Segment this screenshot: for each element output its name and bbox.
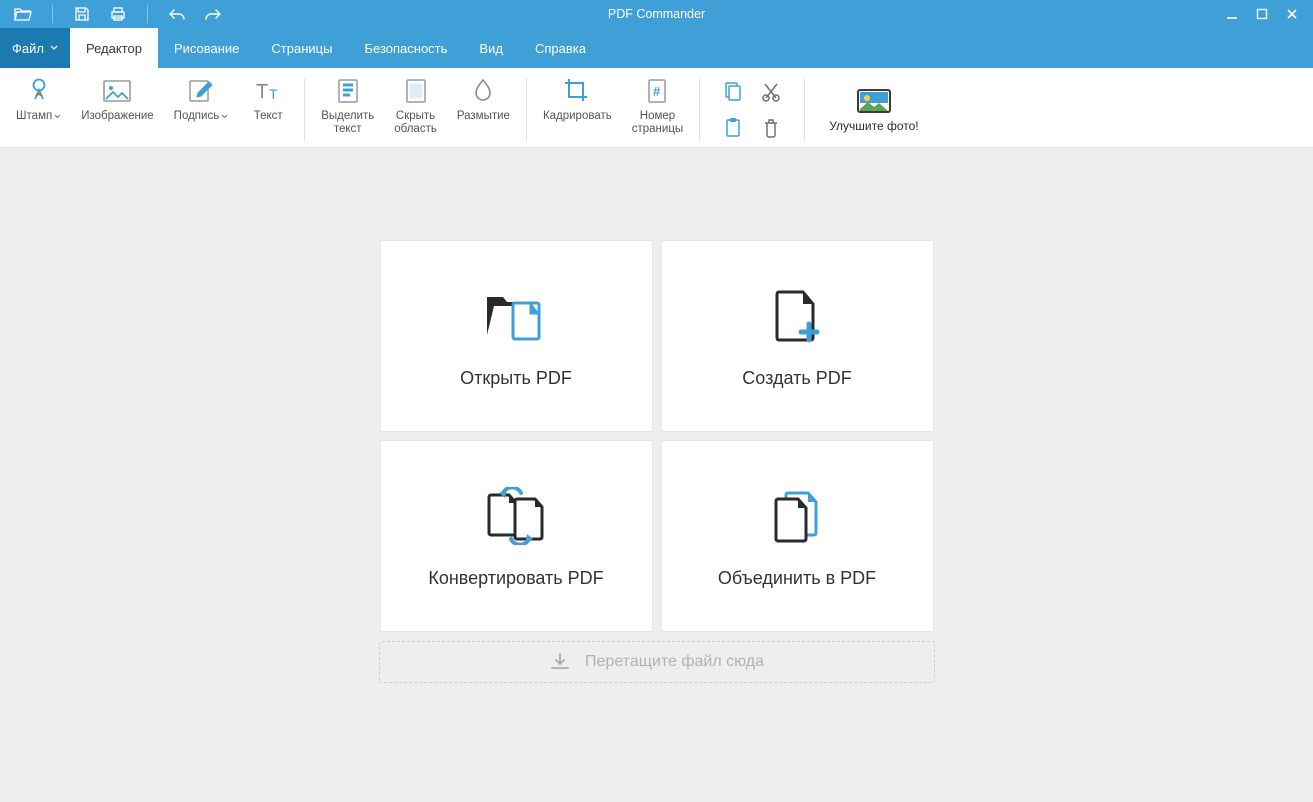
enhance-photo-label: Улучшите фото! [829, 119, 918, 133]
rlabel: Номер страницы [632, 110, 683, 136]
merge-pdf-card[interactable]: Объединить в PDF [661, 440, 934, 632]
ribbon-group-page: Кадрировать # Номер страницы [533, 72, 693, 147]
create-pdf-card[interactable]: Создать PDF [661, 240, 934, 432]
ribbon-separator [699, 78, 700, 141]
text-button[interactable]: T T Текст [238, 72, 298, 147]
download-icon [549, 652, 571, 672]
ribbon: Штамп Изображение Подпись [0, 68, 1313, 148]
ribbon-separator [526, 78, 527, 141]
stamp-button[interactable]: Штамп [6, 72, 71, 147]
menu-label: Редактор [86, 41, 142, 56]
crop-icon [563, 74, 591, 108]
print-icon[interactable] [105, 1, 131, 27]
rlabel: Размытие [457, 110, 510, 123]
ribbon-separator [804, 78, 805, 141]
open-pdf-card[interactable]: Открыть PDF [380, 240, 653, 432]
stamp-icon [25, 74, 53, 108]
signature-icon [187, 74, 215, 108]
rlabel: Текст [254, 110, 283, 123]
close-button[interactable] [1281, 3, 1303, 25]
rlabel: Штамп [16, 110, 52, 122]
ribbon-group-insert: Штамп Изображение Подпись [6, 72, 298, 147]
chevron-down-icon [54, 114, 61, 119]
open-file-icon[interactable] [10, 1, 36, 27]
separator [147, 5, 148, 23]
ribbon-group-redact: Выделить текст Скрыть область Размытие [311, 72, 520, 147]
card-label: Объединить в PDF [718, 568, 876, 589]
copy-button[interactable] [716, 76, 750, 108]
menu-view[interactable]: Вид [463, 28, 519, 68]
redo-icon[interactable] [200, 1, 226, 27]
maximize-button[interactable] [1251, 3, 1273, 25]
menu-help[interactable]: Справка [519, 28, 602, 68]
menu-label: Справка [535, 41, 586, 56]
open-pdf-icon [481, 282, 551, 350]
page-number-button[interactable]: # Номер страницы [622, 72, 693, 147]
window-controls [1221, 3, 1313, 25]
enhance-photo-button[interactable]: Улучшите фото! [811, 72, 936, 147]
merge-pdf-icon [766, 482, 828, 550]
card-label: Открыть PDF [460, 368, 572, 389]
highlight-icon [335, 74, 361, 108]
svg-text:#: # [653, 84, 661, 99]
crop-button[interactable]: Кадрировать [533, 72, 622, 147]
menubar: Файл Редактор Рисование Страницы Безопас… [0, 28, 1313, 68]
card-label: Создать PDF [742, 368, 851, 389]
menu-file-label: Файл [12, 41, 44, 56]
convert-pdf-card[interactable]: Конвертировать PDF [380, 440, 653, 632]
chevron-down-icon [221, 114, 228, 119]
minimize-button[interactable] [1221, 3, 1243, 25]
ribbon-clipboard-group [706, 72, 798, 147]
dropzone[interactable]: Перетащите файл сюда [379, 641, 935, 683]
rlabel: Скрыть область [394, 110, 437, 136]
delete-button[interactable] [754, 112, 788, 144]
hide-area-button[interactable]: Скрыть область [384, 72, 447, 147]
rlabel: Изображение [81, 110, 153, 123]
rlabel: Подпись [174, 110, 220, 122]
save-icon[interactable] [69, 1, 95, 27]
page-number-icon: # [645, 74, 669, 108]
image-icon [102, 74, 132, 108]
svg-text:T: T [269, 86, 278, 102]
paste-button[interactable] [716, 112, 750, 144]
dropzone-label: Перетащите файл сюда [585, 653, 764, 671]
menu-label: Безопасность [364, 41, 447, 56]
menu-security[interactable]: Безопасность [348, 28, 463, 68]
ribbon-separator [304, 78, 305, 141]
menu-editor[interactable]: Редактор [70, 28, 158, 68]
hide-area-icon [403, 74, 429, 108]
rlabel: Выделить текст [321, 110, 374, 136]
svg-text:T: T [256, 81, 268, 103]
convert-pdf-icon [483, 482, 549, 550]
titlebar: PDF Commander [0, 0, 1313, 28]
image-button[interactable]: Изображение [71, 72, 163, 147]
menu-label: Страницы [271, 41, 332, 56]
card-label: Конвертировать PDF [428, 568, 603, 589]
text-icon: T T [253, 74, 283, 108]
create-pdf-icon [769, 282, 825, 350]
blur-icon [472, 74, 494, 108]
menu-drawing[interactable]: Рисование [158, 28, 255, 68]
separator [52, 5, 53, 23]
rlabel: Кадрировать [543, 110, 612, 123]
highlight-text-button[interactable]: Выделить текст [311, 72, 384, 147]
enhance-photo-icon [855, 87, 893, 115]
start-cards: Открыть PDF Создать PDF [380, 240, 934, 632]
signature-button[interactable]: Подпись [164, 72, 239, 147]
menu-pages[interactable]: Страницы [255, 28, 348, 68]
menu-label: Вид [479, 41, 503, 56]
chevron-down-icon [50, 45, 58, 51]
blur-button[interactable]: Размытие [447, 72, 520, 147]
quick-access [0, 1, 226, 27]
workspace: Открыть PDF Создать PDF [0, 148, 1313, 802]
undo-icon[interactable] [164, 1, 190, 27]
menu-label: Рисование [174, 41, 239, 56]
menu-file[interactable]: Файл [0, 28, 70, 68]
cut-button[interactable] [754, 76, 788, 108]
